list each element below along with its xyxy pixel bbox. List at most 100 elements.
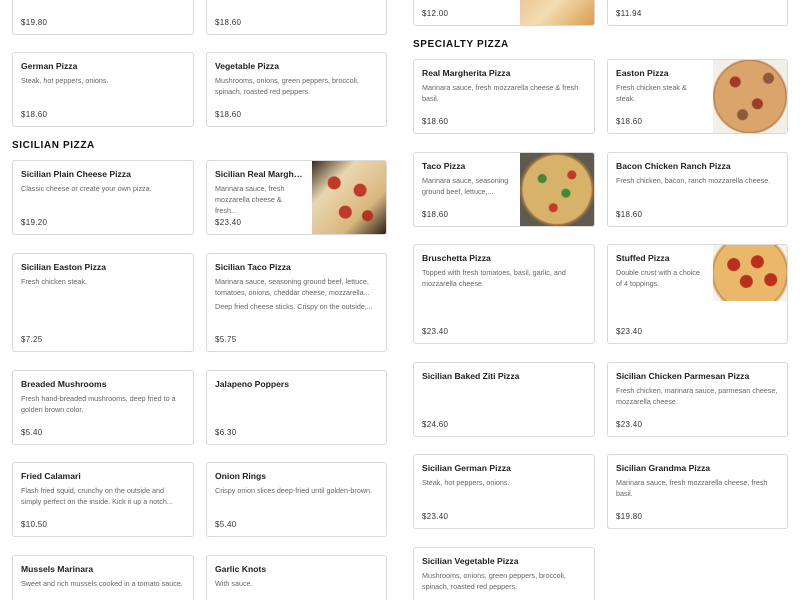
- item-image: [713, 245, 787, 301]
- menu-item-card[interactable]: $18.60: [206, 0, 387, 35]
- item-description: Crispy onion slices deep-fried until gol…: [215, 486, 373, 495]
- item-price: $18.60: [422, 117, 449, 126]
- item-price: $24.60: [422, 420, 449, 429]
- item-description: Mushrooms, onions, green peppers, brocco…: [422, 571, 566, 591]
- menu-item-sicilian-baked-ziti-pizza[interactable]: Sicilian Baked Ziti Pizza $24.60: [413, 362, 595, 437]
- item-image: [520, 153, 594, 226]
- item-description: With sauce.: [215, 579, 253, 588]
- menu-item-bruschetta-pizza[interactable]: Bruschetta Pizza Topped with fresh tomat…: [413, 244, 595, 344]
- menu-item-sicilian-grandma-pizza[interactable]: Sicilian Grandma Pizza Marinara sauce, f…: [607, 454, 788, 529]
- item-image: [713, 60, 787, 133]
- item-name: Easton Pizza: [616, 68, 669, 78]
- item-price: $5.75: [215, 335, 237, 344]
- menu-item-easton-pizza[interactable]: Easton Pizza Fresh chicken steak & steak…: [607, 59, 788, 134]
- item-name: Onion Rings: [215, 471, 267, 481]
- item-description: Fresh chicken, marinara sauce, parmesan …: [616, 386, 778, 406]
- item-name: German Pizza: [21, 61, 78, 71]
- item-price: $23.40: [616, 327, 643, 336]
- menu-item-sicilian-chicken-parmesan-pizza[interactable]: Sicilian Chicken Parmesan Pizza Fresh ch…: [607, 362, 788, 437]
- item-name: Breaded Mushrooms: [21, 379, 107, 389]
- menu-item-german-pizza[interactable]: German Pizza Steak, hot peppers, onions.…: [12, 52, 194, 127]
- item-price: $11.94: [616, 9, 642, 18]
- item-name: Sicilian Plain Cheese Pizza: [21, 169, 131, 179]
- item-description: Steak, hot peppers, onions.: [422, 478, 510, 487]
- section-heading-specialty-pizza: SPECIALTY PIZZA: [413, 39, 509, 50]
- item-name: Bacon Chicken Ranch Pizza: [616, 161, 731, 171]
- menu-item-sicilian-real-margherita-pizza[interactable]: Sicilian Real Margherita Pizza Marinara …: [206, 160, 387, 235]
- menu-item-garlic-knots[interactable]: Garlic Knots With sauce.: [206, 555, 387, 600]
- item-name: Jalapeno Poppers: [215, 379, 290, 389]
- item-name: Real Margherita Pizza: [422, 68, 511, 78]
- item-name: Sicilian Chicken Parmesan Pizza: [616, 371, 750, 381]
- menu-item-vegetable-pizza[interactable]: Vegetable Pizza Mushrooms, onions, green…: [206, 52, 387, 127]
- item-price: $18.60: [21, 110, 48, 119]
- menu-item-real-margherita-pizza[interactable]: Real Margherita Pizza Marinara sauce, fr…: [413, 59, 595, 134]
- item-description: Fresh chicken steak & steak.: [616, 83, 687, 103]
- item-price: $12.00: [422, 9, 449, 18]
- item-description: Marinara sauce, seasoning ground beef, l…: [215, 277, 370, 297]
- item-description: Sweet and rich mussels cooked in a tomat…: [21, 579, 183, 588]
- menu-item-sicilian-vegetable-pizza[interactable]: Sicilian Vegetable Pizza Mushrooms, onio…: [413, 547, 595, 600]
- item-description-overlap: Deep fried cheese sticks. Crispy on the …: [215, 302, 373, 311]
- item-description: Marinara sauce, fresh mozzarella cheese …: [422, 83, 579, 103]
- item-price: $18.60: [215, 18, 242, 27]
- item-name: Taco Pizza: [422, 161, 466, 171]
- item-description: Fresh chicken, bacon, ranch mozzarella c…: [616, 176, 771, 185]
- item-price: $19.80: [21, 18, 48, 27]
- item-description: Fresh chicken steak.: [21, 277, 87, 286]
- menu-item-card[interactable]: $11.94: [607, 0, 788, 26]
- menu-item-breaded-mushrooms[interactable]: Breaded Mushrooms Fresh hand-breaded mus…: [12, 370, 194, 445]
- menu-item-mussels-marinara[interactable]: Mussels Marinara Sweet and rich mussels …: [12, 555, 194, 600]
- menu-item-card[interactable]: $19.80: [12, 0, 194, 35]
- item-name: Stuffed Pizza: [616, 253, 670, 263]
- item-price: $18.60: [616, 117, 643, 126]
- item-name: Sicilian Taco Pizza: [215, 262, 291, 272]
- item-price: $5.40: [215, 520, 237, 529]
- item-name: Garlic Knots: [215, 564, 267, 574]
- item-name: Sicilian German Pizza: [422, 463, 511, 473]
- menu-item-sicilian-easton-pizza[interactable]: Sicilian Easton Pizza Fresh chicken stea…: [12, 253, 194, 352]
- item-price: $23.40: [422, 327, 449, 336]
- menu-item-jalapeno-poppers[interactable]: Jalapeno Poppers $6.30: [206, 370, 387, 445]
- item-price: $6.30: [215, 428, 237, 437]
- item-price: $23.40: [215, 218, 242, 227]
- item-description: Flash fried squid, crunchy on the outsid…: [21, 486, 173, 506]
- item-price: $18.60: [215, 110, 242, 119]
- item-name: Sicilian Real Margherita Pizza: [215, 169, 304, 179]
- menu-item-card[interactable]: $12.00: [413, 0, 595, 26]
- menu-item-onion-rings[interactable]: Onion Rings Crispy onion slices deep-fri…: [206, 462, 387, 537]
- item-description: Marinara sauce, fresh mozzarella cheese …: [215, 184, 285, 215]
- menu-item-bacon-chicken-ranch-pizza[interactable]: Bacon Chicken Ranch Pizza Fresh chicken,…: [607, 152, 788, 227]
- menu-item-sicilian-german-pizza[interactable]: Sicilian German Pizza Steak, hot peppers…: [413, 454, 595, 529]
- item-price: $7.25: [21, 335, 43, 344]
- item-description: Mushrooms, onions, green peppers, brocco…: [215, 76, 359, 96]
- item-name: Sicilian Vegetable Pizza: [422, 556, 519, 566]
- item-price: $19.80: [616, 512, 643, 521]
- item-image: [312, 161, 386, 234]
- menu-item-taco-pizza[interactable]: Taco Pizza Marinara sauce, seasoning gro…: [413, 152, 595, 227]
- item-description: Marinara sauce, seasoning ground beef, l…: [422, 176, 509, 196]
- item-name: Vegetable Pizza: [215, 61, 280, 71]
- item-name: Sicilian Baked Ziti Pizza: [422, 371, 520, 381]
- item-description: Steak, hot peppers, onions.: [21, 76, 109, 85]
- item-name: Fried Calamari: [21, 471, 81, 481]
- item-price: $18.60: [616, 210, 643, 219]
- section-heading-sicilian-pizza: SICILIAN PIZZA: [12, 140, 95, 151]
- menu-item-sicilian-plain-cheese-pizza[interactable]: Sicilian Plain Cheese Pizza Classic chee…: [12, 160, 194, 235]
- item-name: Sicilian Easton Pizza: [21, 262, 107, 272]
- item-description: Fresh hand-breaded mushrooms, deep fried…: [21, 394, 176, 414]
- menu-item-fried-calamari[interactable]: Fried Calamari Flash fried squid, crunch…: [12, 462, 194, 537]
- item-description: Topped with fresh tomatoes, basil, garli…: [422, 268, 566, 288]
- item-price: $5.40: [21, 428, 43, 437]
- item-name: Mussels Marinara: [21, 564, 94, 574]
- item-description: Double crust with a choice of 4 toppings…: [616, 268, 700, 288]
- item-image: [520, 0, 594, 25]
- menu-item-stuffed-pizza[interactable]: Stuffed Pizza Double crust with a choice…: [607, 244, 788, 344]
- item-price: $23.40: [422, 512, 449, 521]
- item-description: Classic cheese or create your own pizza.: [21, 184, 152, 193]
- item-name: Sicilian Grandma Pizza: [616, 463, 711, 473]
- item-description: Marinara sauce, fresh mozzarella cheese,…: [616, 478, 768, 498]
- menu-item-sicilian-taco-pizza[interactable]: Sicilian Taco Pizza Marinara sauce, seas…: [206, 253, 387, 352]
- item-name: Bruschetta Pizza: [422, 253, 491, 263]
- item-price: $10.50: [21, 520, 48, 529]
